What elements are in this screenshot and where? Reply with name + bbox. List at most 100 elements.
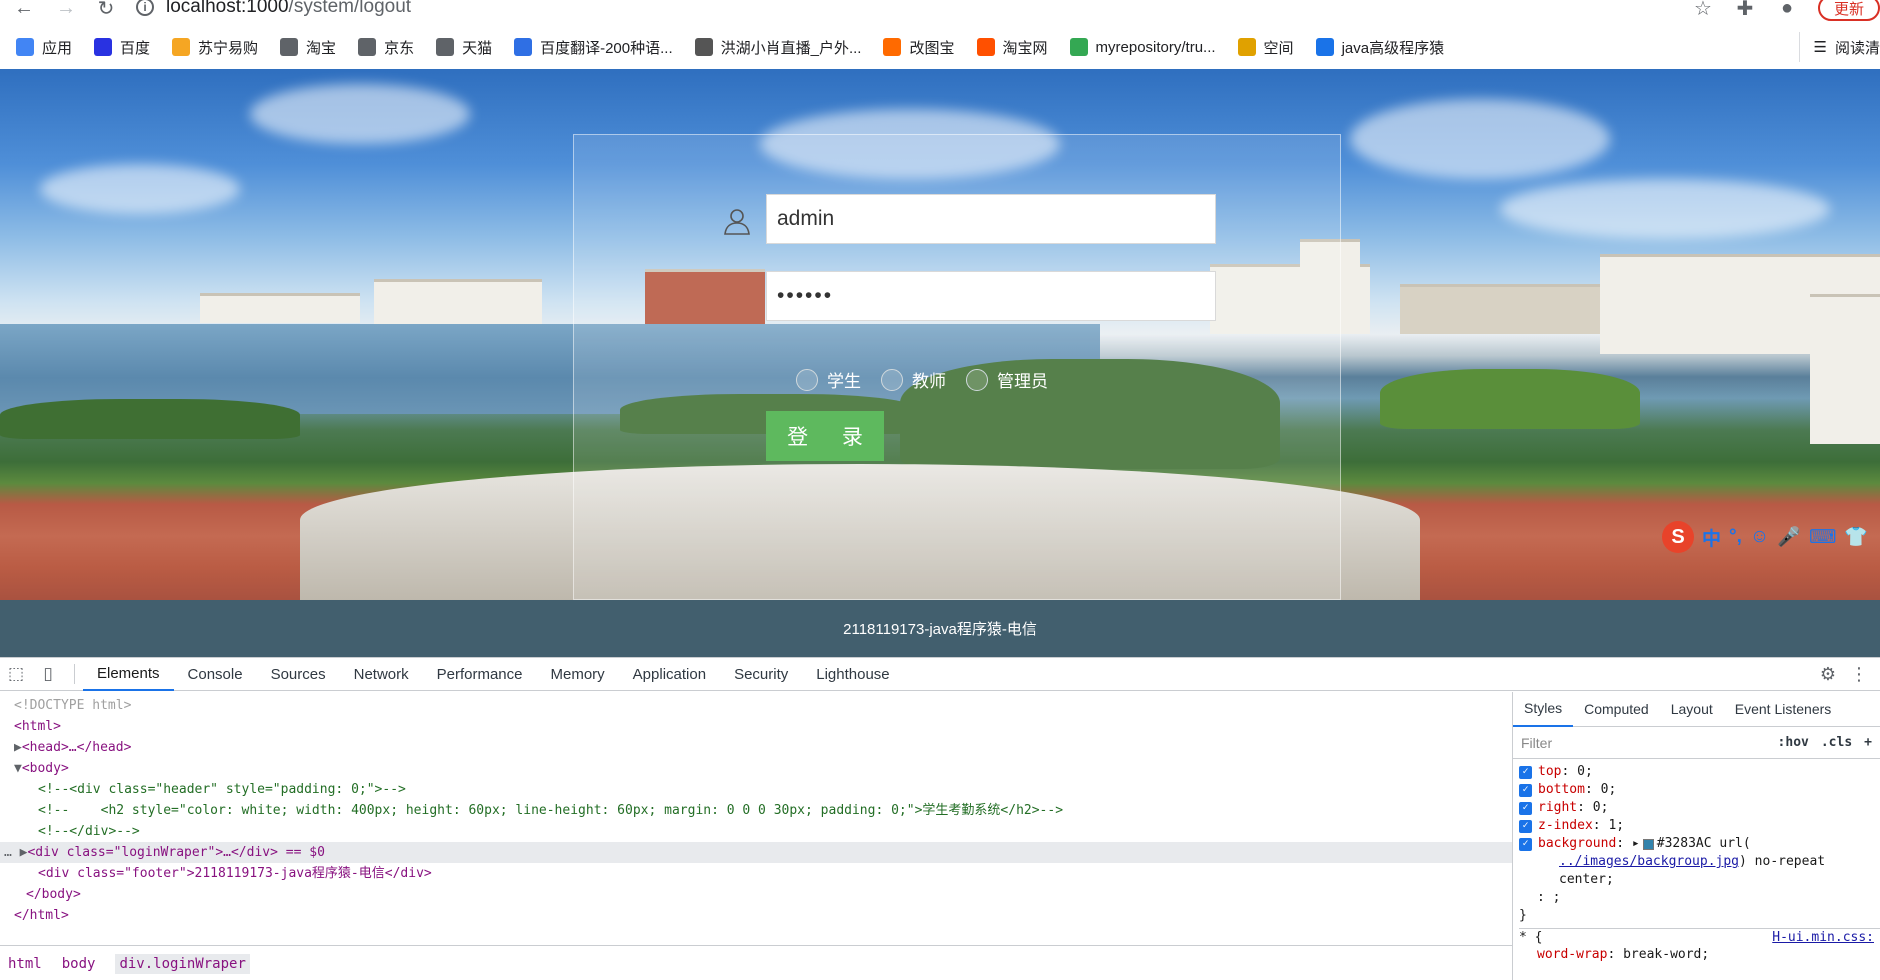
forward-icon[interactable]: → [52,0,80,20]
collapse-arrow-icon[interactable]: ▼ [14,761,22,776]
dom-line[interactable]: ▼<body> [0,758,1512,779]
checkbox-icon[interactable]: ✓ [1519,783,1532,797]
devtools-tab-memory[interactable]: Memory [537,658,619,691]
stylesheet-source-link[interactable]: H-ui.min.css: [1772,929,1874,947]
devtools-tab-network[interactable]: Network [340,658,423,691]
bookmark-item[interactable]: 京东 [358,37,414,58]
tab-event-listeners[interactable]: Event Listeners [1724,692,1843,727]
devtools-tab-elements[interactable]: Elements [83,658,174,691]
background-url-link[interactable]: ../images/backgroup.jpg [1559,853,1739,871]
bookmark-item[interactable]: 淘宝 [280,37,336,58]
devtools-tab-performance[interactable]: Performance [423,658,537,691]
checkbox-icon[interactable]: ✓ [1519,765,1532,779]
radio-circle[interactable] [881,368,903,391]
ime-punctuation-icon[interactable]: °, [1729,526,1742,548]
style-declaration[interactable]: ✓ right: 0; [1519,799,1880,817]
style-declaration[interactable]: ✓ bottom: 0; [1519,781,1880,799]
checkbox-icon[interactable]: ✓ [1519,801,1532,815]
expand-arrow-icon[interactable]: ▶ [14,740,22,755]
ime-emoji-icon[interactable]: ☺ [1750,526,1769,548]
dom-line[interactable]: </html> [0,905,1512,926]
bookmark-item[interactable]: 改图宝 [883,37,955,58]
dom-line[interactable]: ▶<head>…</head> [0,737,1512,758]
checkbox-icon[interactable]: ✓ [1519,837,1532,851]
bookmark-item[interactable]: 淘宝网 [976,37,1048,58]
bookmark-item[interactable]: 应用 [16,37,72,58]
role-radio-student[interactable]: 学生 [796,367,861,392]
breadcrumb-html[interactable]: html [8,956,42,972]
bookmark-item[interactable]: java高级程序猿 [1315,37,1444,58]
rule-selector[interactable]: * {H-ui.min.css: [1519,928,1880,946]
devtools-tab-application[interactable]: Application [619,658,720,691]
inspect-element-icon[interactable]: ⬚ [0,658,32,690]
ime-keyboard-icon[interactable]: ⌨ [1809,526,1836,549]
role-radio-teacher[interactable]: 教师 [881,367,946,392]
back-icon[interactable]: ← [10,0,38,20]
devtools-tab-console[interactable]: Console [174,658,257,691]
style-declaration-empty[interactable]: : ; [1519,889,1880,907]
dom-line[interactable]: <div class="footer">2118119173-java程序猿-电… [0,863,1512,884]
styles-filter-input[interactable]: Filter [1521,735,1766,751]
dom-line[interactable]: </body> [0,884,1512,905]
login-button[interactable]: 登 录 [766,411,884,461]
bookmark-item[interactable]: 苏宁易购 [172,37,258,58]
new-rule-icon[interactable]: + [1864,735,1872,750]
radio-circle[interactable] [966,368,988,391]
breadcrumb-body[interactable]: body [62,956,96,972]
url-field[interactable]: i localhost:1000/system/logout [136,0,1756,20]
color-swatch[interactable] [1642,838,1654,850]
ellipsis-icon[interactable]: … [4,845,20,860]
hov-toggle[interactable]: :hov [1778,735,1809,750]
reading-list[interactable]: ☰ 阅读清 [1798,32,1880,62]
dom-line-selected[interactable]: … ▶<div class="loginWraper">…</div> == $… [0,842,1512,863]
breadcrumb-loginwraper[interactable]: div.loginWraper [115,953,250,974]
style-declaration[interactable]: ✓ top: 0; [1519,763,1880,781]
bookmark-item[interactable]: myrepository/tru... [1069,38,1216,56]
extensions-icon[interactable]: ✚ [1734,0,1756,20]
sogou-ime-icon[interactable]: S [1662,521,1694,553]
style-declaration[interactable]: ✓ z-index: 1; [1519,817,1880,835]
dom-tree[interactable]: <!DOCTYPE html> <html> ▶<head>…</head> ▼… [0,692,1512,950]
bookmark-item[interactable]: 洪湖小肖直播_户外... [694,37,861,58]
profile-icon[interactable]: ● [1776,0,1798,19]
devtools-tab-sources[interactable]: Sources [257,658,340,691]
star-icon[interactable]: ☆ [1692,0,1714,20]
devtools-panel: ⬚ ▯ Elements Console Sources Network Perform… [0,657,1880,980]
checkbox-icon[interactable]: ✓ [1519,819,1532,833]
ime-toolbar[interactable]: S 中 °, ☺ 🎤 ⌨ 👕 [1662,520,1868,554]
cls-toggle[interactable]: .cls [1821,735,1852,750]
bookmark-favicon-icon [976,38,995,56]
settings-icon[interactable]: ⚙ [1820,664,1836,685]
role-radio-admin[interactable]: 管理员 [966,367,1048,392]
tab-layout[interactable]: Layout [1660,692,1724,727]
dom-line[interactable]: <!--<div class="header" style="padding: … [0,779,1512,800]
tab-styles[interactable]: Styles [1513,692,1574,727]
ime-chinese-icon[interactable]: 中 [1702,524,1721,551]
bookmark-favicon-icon [358,38,377,56]
device-toolbar-icon[interactable]: ▯ [32,658,64,690]
ime-skin-icon[interactable]: 👕 [1844,525,1868,549]
bookmark-item[interactable]: 空间 [1237,37,1294,58]
style-declaration[interactable]: word-wrap: break-word; [1519,946,1880,964]
dom-line[interactable]: <!--</div>--> [0,821,1512,842]
bookmark-item[interactable]: 百度 [94,37,150,58]
ime-voice-icon[interactable]: 🎤 [1777,525,1801,549]
dom-line[interactable]: <!DOCTYPE html> [0,695,1512,716]
site-info-icon[interactable]: i [136,0,154,16]
reload-icon[interactable]: ↻ [92,0,120,20]
styles-pane: Styles Computed Layout Event Listeners F… [1512,692,1880,980]
styles-filter-row: Filter :hov .cls + [1513,727,1880,759]
devtools-tab-security[interactable]: Security [720,658,802,691]
tab-computed[interactable]: Computed [1573,692,1660,727]
dom-line[interactable]: <html> [0,716,1512,737]
devtools-tab-lighthouse[interactable]: Lighthouse [802,658,903,691]
style-declaration-background[interactable]: ✓ background: ▸ #3283AC url( [1519,835,1880,853]
username-input[interactable]: admin [766,194,1216,244]
more-options-icon[interactable]: ⋮ [1850,664,1868,685]
dom-line[interactable]: <!-- <h2 style="color: white; width: 400… [0,800,1512,821]
bookmark-item[interactable]: 百度翻译-200种语... [514,37,673,58]
radio-circle[interactable] [796,368,818,391]
bookmark-item[interactable]: 天猫 [436,37,492,58]
password-input[interactable]: •••••• [766,271,1216,321]
update-button[interactable]: 更新 [1817,0,1880,21]
